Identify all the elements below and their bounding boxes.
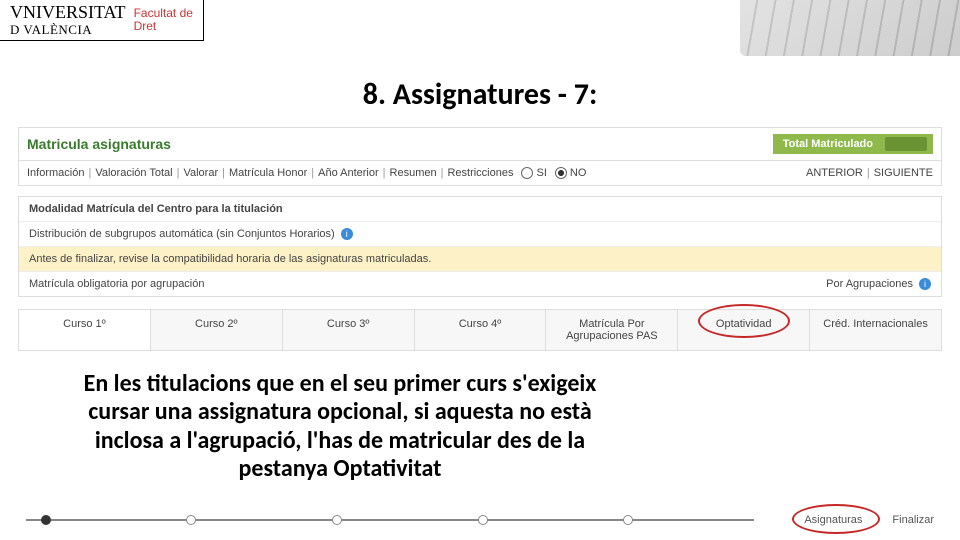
- menu-resumen[interactable]: Resumen: [390, 167, 437, 179]
- radio-si[interactable]: SI: [521, 167, 546, 179]
- tab-label: Optatividad: [716, 318, 772, 330]
- footer-asignaturas-link[interactable]: Asignaturas: [804, 514, 862, 526]
- panel-row1-text: Distribución de subgrupos automática (si…: [29, 228, 335, 240]
- instruction-callout: En les titulacions que en el seu primer …: [60, 368, 620, 485]
- progress-footer: Asignaturas Finalizar: [0, 514, 960, 526]
- progress-track: [26, 519, 754, 521]
- tab-label: Matrícula Por Agrupaciones PAS: [566, 318, 658, 342]
- radio-si-label: SI: [536, 167, 546, 179]
- faculty-name: Facultat de Dret: [134, 7, 193, 33]
- modalidad-panel-title: Modalidad Matrícula del Centro para la t…: [19, 197, 941, 222]
- tab-agrupaciones-pas[interactable]: Matrícula Por Agrupaciones PAS: [546, 310, 678, 350]
- enrollment-app: Matricula asignaturas Total Matriculado …: [18, 127, 942, 351]
- total-enrolled-badge: Total Matriculado: [773, 134, 933, 154]
- progress-dot: [332, 515, 342, 525]
- slide-header: VNIVERSITAT D VALÈNCIA Facultat de Dret: [0, 0, 960, 58]
- tab-curso-2[interactable]: Curso 2º: [151, 310, 283, 350]
- progress-dot: [186, 515, 196, 525]
- app-title: Matricula asignaturas: [27, 136, 171, 152]
- tab-curso-1[interactable]: Curso 1º: [19, 310, 151, 350]
- tab-optatividad[interactable]: Optatividad: [678, 310, 810, 350]
- panel-row2-text: Antes de finalizar, revise la compatibil…: [29, 253, 431, 265]
- nav-anterior[interactable]: ANTERIOR: [806, 167, 863, 179]
- tab-label: Curso 3º: [327, 318, 370, 330]
- panel-row-warning: Antes de finalizar, revise la compatibil…: [19, 247, 941, 272]
- uni-name-bottom: D VALÈNCIA: [10, 22, 92, 37]
- info-icon[interactable]: i: [919, 278, 931, 290]
- tab-label: Curso 2º: [195, 318, 238, 330]
- course-tabs: Curso 1º Curso 2º Curso 3º Curso 4º Matr…: [18, 309, 942, 351]
- nav-siguiente[interactable]: SIGUIENTE: [874, 167, 933, 179]
- menu-restricciones[interactable]: Restricciones: [447, 167, 513, 179]
- highlight-circle-icon: [792, 504, 880, 534]
- menu-valoracion-total[interactable]: Valoración Total: [95, 167, 172, 179]
- keyboard-photo: [740, 0, 960, 56]
- footer-finalizar-link[interactable]: Finalizar: [892, 514, 934, 526]
- panel-row-agrupacion: Matrícula obligatoria por agrupación Por…: [19, 272, 941, 296]
- tab-cred-internacionales[interactable]: Créd. Internacionales: [810, 310, 941, 350]
- radio-por-agrupaciones-label: Por Agrupaciones: [826, 278, 913, 290]
- menu-valorar[interactable]: Valorar: [183, 167, 218, 179]
- panel-row-distribucion: Distribución de subgrupos automática (si…: [19, 222, 941, 247]
- progress-dot: [623, 515, 633, 525]
- radio-no-label: NO: [570, 167, 587, 179]
- app-title-bar: Matricula asignaturas Total Matriculado: [18, 127, 942, 161]
- faculty-line2: Dret: [134, 20, 193, 33]
- radio-por-agrupaciones[interactable]: Por Agrupaciones: [826, 278, 913, 290]
- radio-no[interactable]: NO: [555, 167, 587, 179]
- footer-finalizar-label: Finalizar: [892, 514, 934, 526]
- menu-ano-anterior[interactable]: Año Anterior: [318, 167, 379, 179]
- info-icon[interactable]: i: [341, 228, 353, 240]
- tab-curso-4[interactable]: Curso 4º: [415, 310, 547, 350]
- tab-label: Curso 1º: [63, 318, 106, 330]
- university-logo-block: VNIVERSITAT D VALÈNCIA Facultat de Dret: [0, 0, 204, 41]
- panel-row3-left: Matrícula obligatoria por agrupación: [29, 278, 205, 290]
- menu-matricula-honor[interactable]: Matrícula Honor: [229, 167, 307, 179]
- tab-label: Créd. Internacionales: [823, 318, 928, 330]
- university-logo: VNIVERSITAT D VALÈNCIA: [10, 4, 126, 36]
- menu-informacion[interactable]: Información: [27, 167, 84, 179]
- slide-title: 8. Assignatures - 7:: [0, 58, 960, 127]
- tab-label: Curso 4º: [459, 318, 502, 330]
- uni-name-top: VNIVERSITAT: [10, 4, 126, 20]
- progress-dot: [41, 515, 51, 525]
- tab-curso-3[interactable]: Curso 3º: [283, 310, 415, 350]
- progress-dot: [478, 515, 488, 525]
- toolbar: Información| Valoración Total| Valorar| …: [18, 161, 942, 186]
- modalidad-panel: Modalidad Matrícula del Centro para la t…: [18, 196, 942, 297]
